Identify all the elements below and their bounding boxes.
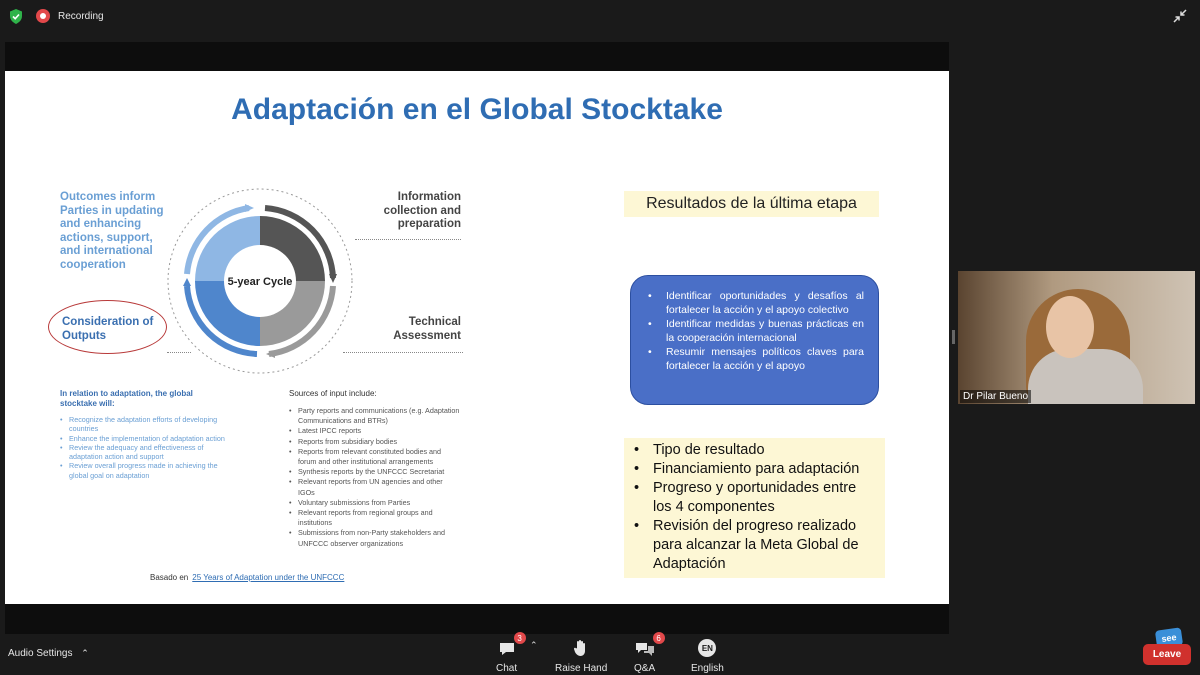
list-item: Reports from subsidiary bodies — [289, 437, 461, 447]
video-face — [1046, 296, 1094, 358]
yellow-list: Tipo de resultado Financiamiento para ad… — [630, 441, 877, 574]
cycle-outcomes-text: Outcomes inform Parties in updating and … — [60, 191, 164, 271]
shield-icon[interactable] — [8, 8, 24, 24]
list-item: Submissions from non-Party stakeholders … — [289, 528, 461, 548]
raise-hand-icon — [573, 638, 589, 657]
chevron-up-icon[interactable]: ⌃ — [530, 640, 538, 651]
list-item: Recognize the adaptation efforts of deve… — [60, 415, 230, 434]
source-citation: Basado en 25 Years of Adaptation under th… — [150, 573, 344, 582]
list-item: Review overall progress made in achievin… — [60, 461, 230, 480]
adaptation-list: Recognize the adaptation efforts of deve… — [60, 415, 230, 480]
presentation-slide: Adaptación en el Global Stocktake Outcom… — [5, 71, 949, 604]
sources-heading: Sources of input include: — [289, 389, 377, 398]
cycle-diagram: 5-year Cycle — [167, 188, 353, 374]
list-item: Financiamiento para adaptación — [630, 460, 877, 479]
adaptation-heading: In relation to adaptation, the global st… — [60, 389, 193, 408]
language-button[interactable]: EN English — [691, 638, 724, 674]
language-code: EN — [698, 639, 717, 657]
results-yellow-box: Tipo de resultado Financiamiento para ad… — [624, 438, 885, 578]
exit-fullscreen-icon[interactable] — [1172, 8, 1188, 24]
slide-title: Adaptación en el Global Stocktake — [231, 93, 723, 126]
leave-button[interactable]: Leave — [1143, 644, 1191, 665]
audio-settings-label: Audio Settings — [8, 648, 73, 659]
qa-badge: 6 — [652, 632, 665, 644]
divider — [343, 352, 463, 353]
cycle-center-label: 5-year Cycle — [228, 276, 293, 288]
qa-button[interactable]: 6 Q&A — [634, 632, 665, 674]
language-label: English — [691, 663, 724, 674]
qa-label: Q&A — [634, 663, 656, 674]
list-item: Progreso y oportunidades entre los 4 com… — [630, 479, 877, 517]
sources-list: Party reports and communications (e.g. A… — [289, 406, 461, 549]
chat-label: Chat — [496, 663, 518, 674]
list-item: Revisión del progreso realizado para alc… — [630, 517, 877, 574]
recording-label: Recording — [58, 10, 104, 22]
chat-icon: 3 — [498, 632, 526, 657]
top-bar: Recording — [0, 0, 1200, 32]
list-item: Review the adequacy and effectiveness of… — [60, 443, 230, 462]
citation-link[interactable]: 25 Years of Adaptation under the UNFCCC — [192, 573, 344, 582]
list-item: Resumir mensajes políticos claves para f… — [643, 345, 864, 373]
participant-name: Dr Pilar Bueno — [960, 390, 1032, 403]
list-item: Party reports and communications (e.g. A… — [289, 406, 461, 426]
list-item: Relevant reports from regional groups an… — [289, 508, 461, 528]
participant-video[interactable]: Dr Pilar Bueno — [958, 271, 1195, 404]
citation-prefix: Basado en — [150, 573, 189, 582]
results-blue-box: Identificar oportunidades y desafíos al … — [630, 275, 879, 405]
qa-icon: 6 — [635, 632, 665, 657]
list-item: Identificar medidas y buenas prácticas e… — [643, 317, 864, 345]
divider — [355, 239, 461, 240]
panel-resize-handle[interactable] — [952, 330, 955, 344]
list-item: Identificar oportunidades y desafíos al … — [643, 289, 864, 317]
raise-hand-label: Raise Hand — [555, 663, 608, 674]
list-item: Tipo de resultado — [630, 441, 877, 460]
meeting-window: Recording Adaptación en el Global Stockt… — [0, 0, 1200, 675]
list-item: Relevant reports from UN agencies and ot… — [289, 477, 461, 497]
video-body — [1028, 349, 1143, 404]
language-icon: EN — [698, 638, 717, 657]
cycle-technical-text: Technical Assessment — [393, 316, 461, 342]
chat-badge: 3 — [513, 632, 526, 644]
list-item: Latest IPCC reports — [289, 426, 461, 436]
highlight-oval — [48, 300, 167, 354]
blue-list: Identificar oportunidades y desafíos al … — [643, 289, 864, 373]
list-item: Voluntary submissions from Parties — [289, 498, 461, 508]
list-item: Enhance the implementation of adaptation… — [60, 434, 230, 444]
raise-hand-button[interactable]: Raise Hand — [555, 638, 607, 674]
chevron-up-icon[interactable]: ⌃ — [81, 648, 89, 658]
bottom-toolbar: Audio Settings ⌃ 3 Chat ⌃ Raise Hand 6 Q… — [0, 627, 1200, 675]
list-item: Synthesis reports by the UNFCCC Secretar… — [289, 467, 461, 477]
results-title: Resultados de la última etapa — [624, 191, 879, 217]
recording-icon — [36, 9, 50, 23]
audio-settings-button[interactable]: Audio Settings ⌃ — [8, 648, 89, 659]
chat-button[interactable]: 3 Chat — [496, 632, 526, 674]
cycle-information-text: Information collection and preparation — [383, 191, 461, 230]
list-item: Reports from relevant constituted bodies… — [289, 447, 461, 467]
